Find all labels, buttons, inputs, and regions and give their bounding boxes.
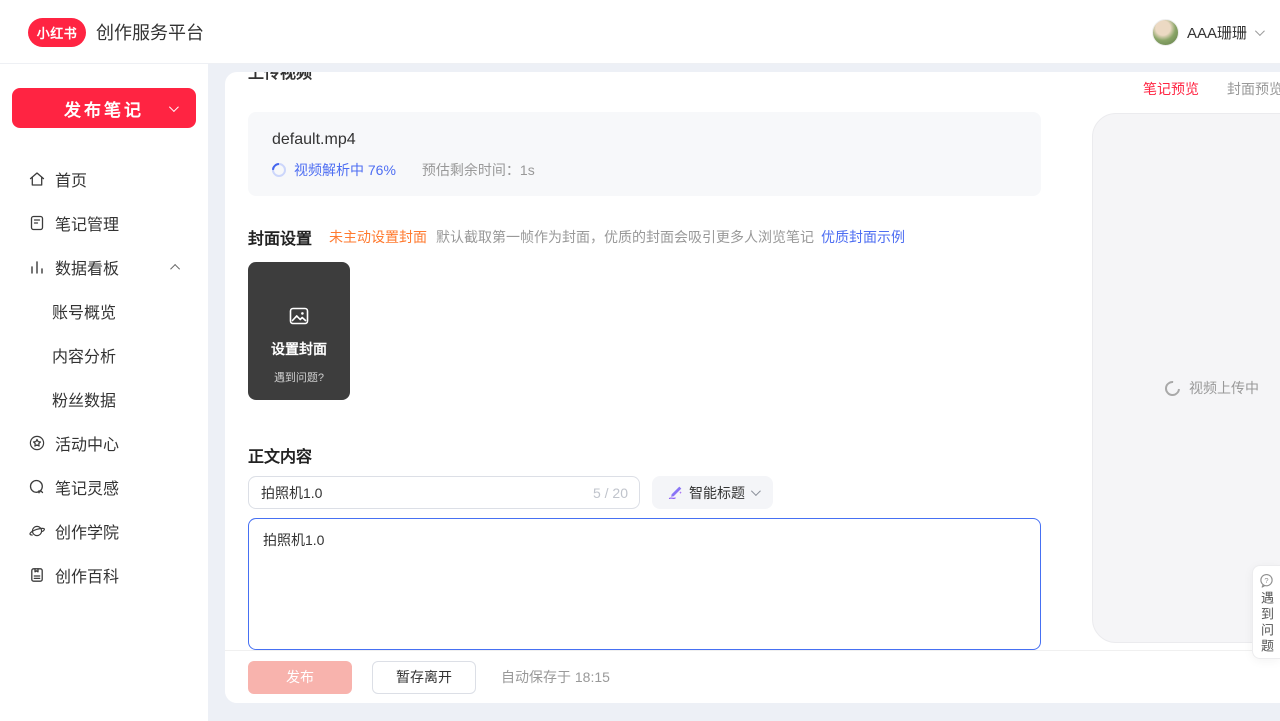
loading-spinner-icon	[1162, 377, 1183, 398]
sidebar-subitem-label: 账号概览	[52, 299, 116, 323]
tab-cover-preview[interactable]: 封面预览	[1227, 79, 1280, 99]
content-heading: 正文内容	[248, 443, 312, 467]
clipped-section-heading: 上传视频	[248, 72, 448, 81]
page-title: 创作服务平台	[96, 0, 204, 64]
user-name: AAA珊珊	[1187, 22, 1247, 43]
uploading-text: 视频上传中	[1189, 378, 1259, 398]
autosave-status: 自动保存于 18:15	[501, 667, 610, 687]
cover-settings-heading: 封面设置	[248, 225, 312, 249]
smart-title-label: 智能标题	[689, 483, 745, 503]
sidebar-subitem-label: 内容分析	[52, 343, 116, 367]
sidebar: 发布笔记 首页 笔记管理 数据看板	[0, 64, 208, 721]
sidebar-subitem-label: 粉丝数据	[52, 387, 116, 411]
cover-warning: 未主动设置封面	[329, 227, 427, 247]
editor-footer: 发布 暂存离开 自动保存于 18:15	[225, 650, 1280, 703]
chevron-down-icon	[751, 486, 761, 496]
video-upload-card: default.mp4 视频解析中 76% 预估剩余时间：1s	[248, 112, 1041, 196]
user-menu[interactable]: AAA珊珊	[1152, 0, 1262, 64]
top-header: 小红书 创作服务平台 AAA珊珊	[0, 0, 1280, 64]
sidebar-item-note-inspiration[interactable]: 笔记灵感	[0, 465, 208, 509]
sidebar-item-creator-academy[interactable]: 创作学院	[0, 509, 208, 553]
set-cover-card[interactable]: 设置封面 遇到问题?	[248, 262, 350, 400]
eta-text: 预估剩余时间：1s	[422, 160, 535, 180]
star-circle-icon	[28, 434, 46, 452]
sidebar-menu: 首页 笔记管理 数据看板 账号概览 内容分析	[0, 157, 208, 597]
sidebar-item-data-dashboard[interactable]: 数据看板	[0, 245, 208, 289]
preview-tabs: 笔记预览 封面预览	[1143, 79, 1280, 99]
image-icon	[287, 304, 311, 328]
sidebar-item-home[interactable]: 首页	[0, 157, 208, 201]
video-filename: default.mp4	[272, 131, 1017, 149]
sidebar-item-activity-center[interactable]: 活动中心	[0, 421, 208, 465]
magic-pen-icon	[667, 485, 683, 501]
publish-note-label: 发布笔记	[64, 96, 144, 121]
publish-button[interactable]: 发布	[248, 661, 352, 694]
phone-preview: 视频上传中	[1092, 113, 1280, 643]
title-char-counter: 5 / 20	[593, 476, 628, 509]
sidebar-subitem-account-overview[interactable]: 账号概览	[0, 289, 208, 333]
chevron-down-icon	[169, 102, 179, 112]
cover-hint: 默认截取第一帧作为封面，优质的封面会吸引更多人浏览笔记	[436, 227, 814, 247]
sidebar-item-label: 笔记灵感	[55, 475, 119, 499]
save-and-leave-button[interactable]: 暂存离开	[372, 661, 476, 694]
tab-note-preview[interactable]: 笔记预览	[1143, 79, 1199, 99]
publish-note-button[interactable]: 发布笔记	[12, 88, 196, 128]
question-bubble-icon: ?	[1259, 573, 1274, 588]
parsing-status: 视频解析中 76%	[294, 160, 396, 180]
cover-trouble-link[interactable]: 遇到问题?	[274, 369, 324, 385]
editor-panel: 上传视频 default.mp4 视频解析中 76% 预估剩余时间：1s 封面设…	[225, 72, 1280, 703]
sidebar-item-label: 创作学院	[55, 519, 119, 543]
help-float-button[interactable]: ? 遇到问题	[1252, 565, 1280, 659]
avatar[interactable]	[1152, 19, 1179, 46]
sidebar-item-creator-wiki[interactable]: 创作百科	[0, 553, 208, 597]
planet-icon	[28, 522, 46, 540]
title-row: 5 / 20 智能标题	[248, 476, 773, 509]
parsing-progress-row: 视频解析中 76% 预估剩余时间：1s	[272, 160, 1017, 180]
xiaohongshu-logo: 小红书	[28, 18, 86, 47]
sidebar-subitem-fans-data[interactable]: 粉丝数据	[0, 377, 208, 421]
note-title-input[interactable]	[248, 476, 640, 509]
chevron-up-icon	[170, 263, 180, 273]
book-icon	[28, 566, 46, 584]
sidebar-item-label: 数据看板	[55, 255, 119, 279]
sidebar-item-label: 笔记管理	[55, 211, 119, 235]
sidebar-subitem-content-analysis[interactable]: 内容分析	[0, 333, 208, 377]
sidebar-item-label: 首页	[55, 167, 87, 191]
set-cover-label: 设置封面	[271, 339, 327, 359]
creator-platform-page: 小红书 创作服务平台 AAA珊珊 发布笔记 首页 笔	[0, 0, 1280, 721]
sidebar-item-label: 活动中心	[55, 431, 119, 455]
sidebar-item-note-management[interactable]: 笔记管理	[0, 201, 208, 245]
note-icon	[28, 214, 46, 232]
bar-chart-icon	[28, 258, 46, 276]
svg-text:?: ?	[1264, 576, 1268, 585]
home-icon	[28, 170, 46, 188]
sidebar-item-label: 创作百科	[55, 563, 119, 587]
smart-title-button[interactable]: 智能标题	[652, 476, 773, 509]
title-input-wrap: 5 / 20	[248, 476, 640, 509]
note-body-textarea[interactable]: 拍照机1.0	[248, 518, 1041, 650]
chevron-down-icon	[1255, 26, 1265, 36]
cover-example-link[interactable]: 优质封面示例	[821, 227, 905, 247]
inspiration-search-icon	[28, 478, 46, 496]
logo-text: 小红书	[37, 23, 78, 42]
loading-spinner-icon	[269, 160, 289, 180]
video-uploading-status: 视频上传中	[1093, 378, 1280, 398]
help-label: 遇到问题	[1259, 591, 1274, 655]
